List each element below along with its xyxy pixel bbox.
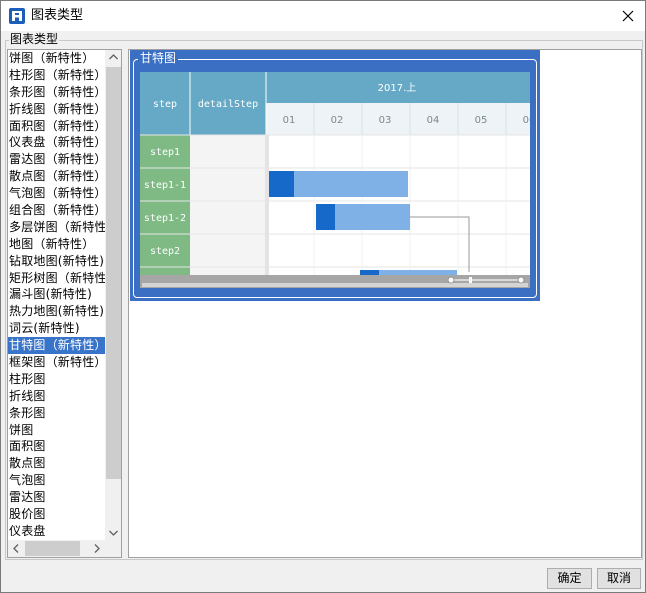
list-item[interactable]: 折线图（新特性） (8, 101, 105, 118)
month-label: 02 (331, 115, 344, 126)
list-item[interactable]: 词云(新特性) (8, 320, 105, 337)
step-label: step2 (150, 246, 180, 257)
vertical-scroll-thumb[interactable] (106, 67, 121, 479)
chart-type-items: 饼图（新特性） 柱形图（新特性） 条形图（新特性） 折线图（新特性） 面积图（新特性）仪… (8, 50, 105, 540)
step-label: step1 (150, 147, 180, 158)
month-label: 06 (523, 115, 530, 126)
list-item[interactable]: 饼图（新特性） (8, 50, 105, 67)
list-item[interactable]: 气泡图（新特性） (8, 185, 105, 202)
list-item[interactable]: 漏斗图(新特性) (8, 286, 105, 303)
list-item[interactable]: 面积图（新特性） (8, 118, 105, 135)
list-item[interactable]: 面积图 (8, 438, 105, 455)
preview-label: 甘特图 (138, 51, 179, 65)
gantt-scrollbar-base (142, 283, 528, 287)
list-item[interactable]: 矩形树图（新特性 (8, 270, 105, 287)
close-icon (622, 10, 634, 22)
list-item[interactable]: 多层饼图（新特性 (8, 219, 105, 236)
list-item[interactable]: 雷达图（新特性） (8, 151, 105, 168)
list-item[interactable]: 组合图（新特性） (8, 202, 105, 219)
list-item[interactable]: 条形图（新特性） (8, 84, 105, 101)
gantt-slider-knob-icon (517, 276, 525, 284)
gantt-preview-card[interactable]: 甘特图 step detailStep 2017.上 01 02 03 04 05 06 … (130, 50, 540, 301)
gantt-bar-step1-2-progress (316, 204, 335, 230)
header-step-text: step (153, 99, 177, 110)
list-item[interactable]: 钻取地图(新特性) (8, 253, 105, 270)
header-months-row (266, 103, 530, 135)
ok-button[interactable]: 确定 (547, 568, 592, 589)
header-period-text: 2017.上 (378, 82, 417, 94)
detail-cell (190, 201, 266, 234)
list-item[interactable]: 地图（新特性） (8, 236, 105, 253)
scroll-left-icon[interactable] (13, 544, 19, 553)
month-label: 05 (475, 115, 488, 126)
list-item[interactable]: 柱形图 (8, 371, 105, 388)
step-label: step1-1 (144, 180, 186, 191)
month-label: 03 (379, 115, 392, 126)
gantt-slider-thumb (469, 277, 472, 283)
scroll-right-icon[interactable] (94, 544, 100, 553)
list-item[interactable]: 饼图 (8, 422, 105, 439)
list-item[interactable]: 股价图 (8, 506, 105, 523)
month-label: 01 (283, 115, 296, 126)
gantt-dependency-line (410, 216, 470, 272)
header-detail-text: detailStep (198, 99, 258, 110)
scroll-down-icon[interactable] (109, 530, 118, 536)
fixed-column-shadow (265, 135, 269, 276)
horizontal-scrollbar[interactable] (8, 540, 105, 557)
step-label: step1-2 (144, 213, 186, 224)
scroll-up-icon[interactable] (109, 54, 118, 60)
list-item[interactable]: 甘特图（新特性） (8, 337, 105, 355)
horizontal-scroll-thumb[interactable] (25, 541, 80, 556)
detail-cell (190, 135, 266, 168)
list-item[interactable]: 散点图（新特性） (8, 168, 105, 185)
window-title: 图表类型 (31, 8, 84, 23)
list-item[interactable]: 热力地图(新特性) (8, 303, 105, 320)
app-logo-icon (9, 8, 25, 24)
chart-preview-panel: 甘特图 step detailStep 2017.上 01 02 03 04 05 06 … (128, 49, 642, 558)
list-item[interactable]: 框架图（新特性） (8, 354, 105, 371)
chart-type-dialog: 图表类型 图表类型 饼图（新特性） 柱形图（新特性） 条形图（新特性） 折线图（新特性… (0, 0, 646, 593)
list-item[interactable]: 柱形图（新特性） (8, 67, 105, 84)
gantt-thumbnail: step detailStep 2017.上 01 02 03 04 05 06 step… (140, 72, 530, 288)
list-item[interactable]: 雷达图 (8, 489, 105, 506)
gantt-slider-knob-icon (447, 276, 455, 284)
group-title: 图表类型 (9, 32, 60, 46)
vertical-scrollbar[interactable] (105, 50, 121, 540)
scroll-corner (105, 540, 121, 557)
chart-type-list: 饼图（新特性） 柱形图（新特性） 条形图（新特性） 折线图（新特性） 面积图（新特性）仪… (7, 49, 122, 558)
cancel-button[interactable]: 取消 (597, 568, 641, 589)
month-label: 04 (427, 115, 440, 126)
title-bar: 图表类型 (1, 1, 645, 31)
list-item[interactable]: 散点图 (8, 455, 105, 472)
gantt-bar-step1-1-progress (266, 171, 294, 197)
list-item[interactable]: 条形图 (8, 405, 105, 422)
list-item[interactable]: 仪表盘 (8, 523, 105, 540)
list-item[interactable]: 仪表盘（新特性） (8, 134, 105, 151)
close-button[interactable] (611, 1, 645, 31)
detail-cell (190, 234, 266, 267)
list-item[interactable]: 气泡图 (8, 472, 105, 489)
detail-cell (190, 168, 266, 201)
list-item[interactable]: 折线图 (8, 388, 105, 405)
